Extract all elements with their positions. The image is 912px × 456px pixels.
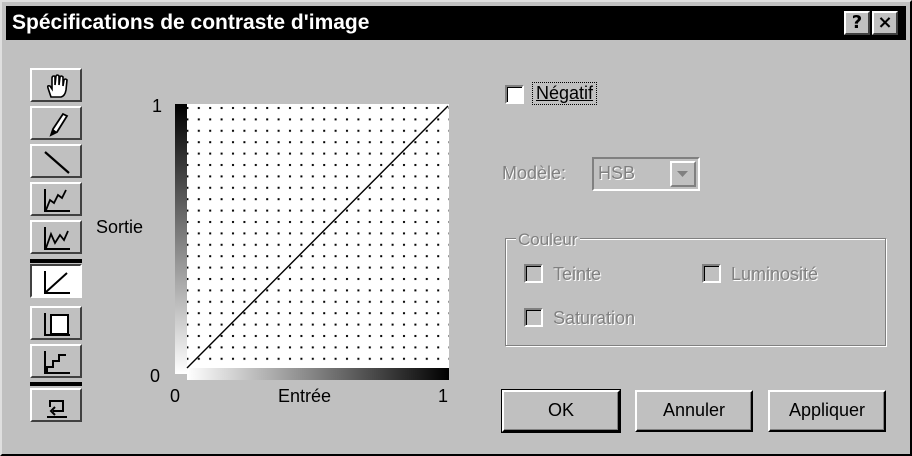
tool-reset[interactable] xyxy=(30,388,82,422)
annuler-button[interactable]: Annuler xyxy=(635,390,753,432)
line-icon xyxy=(44,151,70,174)
teinte-checkbox[interactable] xyxy=(524,264,543,283)
couleur-group xyxy=(505,238,886,346)
tool-separator xyxy=(30,382,82,386)
tool-curve-up[interactable] xyxy=(30,182,82,216)
chevron-down-icon xyxy=(677,171,688,177)
negatif-checkbox[interactable] xyxy=(505,85,524,104)
threshold-icon xyxy=(44,313,70,336)
help-button[interactable]: ? xyxy=(844,11,870,35)
curve-up-icon xyxy=(44,189,70,212)
saturation-checkbox[interactable] xyxy=(524,308,543,327)
input-gradient-bar xyxy=(187,368,449,380)
modele-select[interactable]: HSB xyxy=(592,157,700,191)
contrast-dialog: Spécifications de contraste d'image ? × xyxy=(0,0,912,456)
tool-linear[interactable] xyxy=(30,264,82,298)
modele-label: Modèle: xyxy=(502,163,567,183)
luminosite-checkbox[interactable] xyxy=(702,264,721,283)
teinte-label: Teinte xyxy=(553,264,602,284)
luminosite-label: Luminosité xyxy=(731,264,819,284)
y-axis-min-label: 0 xyxy=(150,366,161,386)
tool-threshold[interactable] xyxy=(30,306,82,340)
close-button[interactable]: × xyxy=(872,11,898,35)
posterize-icon xyxy=(44,351,70,374)
tool-separator xyxy=(30,259,82,263)
ok-button[interactable]: OK xyxy=(501,389,621,433)
reset-icon xyxy=(47,400,67,418)
negatif-label[interactable]: Négatif xyxy=(531,82,598,105)
tool-hand[interactable] xyxy=(30,68,82,102)
output-gradient-bar xyxy=(175,104,187,374)
curve-down-icon xyxy=(44,227,70,250)
y-axis-label: Sortie xyxy=(96,217,144,237)
linear-icon xyxy=(44,271,70,294)
modele-select-value: HSB xyxy=(598,163,636,183)
close-icon: × xyxy=(877,12,893,33)
hand-icon xyxy=(46,74,68,98)
y-axis-max-label: 1 xyxy=(152,96,163,116)
pencil-icon xyxy=(49,112,69,137)
x-axis-min-label: 0 xyxy=(170,386,181,406)
modele-dropdown-button[interactable] xyxy=(670,161,696,187)
contrast-curve-graph[interactable] xyxy=(170,102,452,384)
appliquer-button[interactable]: Appliquer xyxy=(768,390,886,432)
saturation-label: Saturation xyxy=(553,308,636,328)
help-icon: ? xyxy=(851,12,863,33)
tool-line[interactable] xyxy=(30,144,82,178)
x-axis-label: Entrée xyxy=(278,386,332,406)
x-axis-max-label: 1 xyxy=(438,386,449,406)
tool-curve-down[interactable] xyxy=(30,220,82,254)
dialog-title: Spécifications de contraste d'image xyxy=(12,11,370,34)
title-bar[interactable]: Spécifications de contraste d'image ? × xyxy=(6,6,906,40)
tool-posterize[interactable] xyxy=(30,344,82,378)
couleur-legend: Couleur xyxy=(516,230,580,250)
tool-pencil[interactable] xyxy=(30,106,82,140)
